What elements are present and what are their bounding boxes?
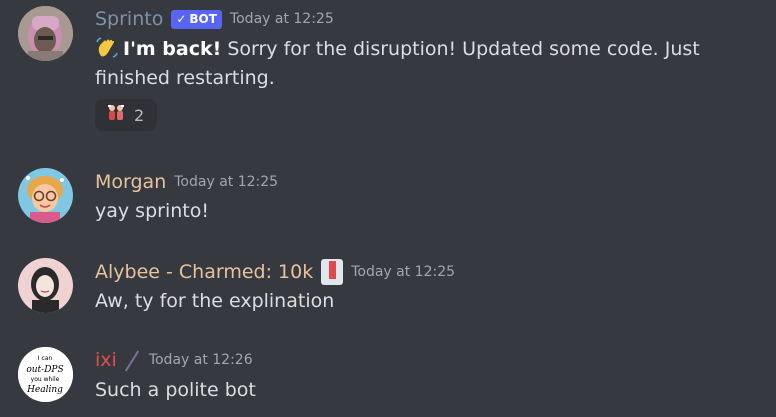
message-content: Aw, ty for the explination: [95, 287, 762, 316]
avatar-alybee[interactable]: [18, 258, 73, 313]
message-bold-text: I'm back!: [123, 38, 222, 60]
avatar-image: [18, 168, 73, 223]
book-icon: [321, 259, 344, 285]
message-text: Such a polite bot: [95, 379, 256, 401]
svg-text:you while: you while: [31, 376, 60, 383]
quill-icon: [123, 349, 141, 371]
timestamp: Today at 12:25: [174, 174, 279, 190]
bot-tag: ✓ BOT: [171, 9, 222, 29]
avatar-ixi[interactable]: I can out-DPS you while Healing: [18, 347, 73, 402]
check-icon: ✓: [176, 11, 187, 26]
avatar-sprinto[interactable]: [18, 6, 73, 61]
svg-text:Healing: Healing: [26, 385, 63, 395]
reaction-count: 2: [134, 105, 145, 125]
timestamp: Today at 12:25: [351, 264, 456, 280]
timestamp: Today at 12:26: [148, 352, 253, 368]
timestamp: Today at 12:25: [229, 11, 334, 27]
svg-text:I can: I can: [38, 355, 53, 362]
message-content: yay sprinto!: [95, 197, 762, 226]
username[interactable]: Alybee - Charmed: 10k: [95, 261, 313, 283]
party-figures-icon: [106, 103, 126, 127]
message-text: yay sprinto!: [95, 200, 209, 222]
svg-text:out-DPS: out-DPS: [26, 365, 63, 375]
username[interactable]: ixi: [95, 349, 117, 371]
message-content: I'm back! Sorry for the disruption! Upda…: [95, 35, 762, 93]
avatar-image: [18, 258, 73, 313]
reaction-button[interactable]: 2: [95, 99, 157, 131]
message-text: Aw, ty for the explination: [95, 290, 335, 312]
avatar-image: I can out-DPS you while Healing: [18, 347, 73, 402]
username[interactable]: Sprinto: [95, 8, 163, 30]
waving-hand-icon: [95, 36, 119, 60]
avatar-morgan[interactable]: [18, 168, 73, 223]
username[interactable]: Morgan: [95, 171, 166, 193]
message-content: Such a polite bot: [95, 376, 762, 405]
avatar-image: [18, 6, 73, 61]
